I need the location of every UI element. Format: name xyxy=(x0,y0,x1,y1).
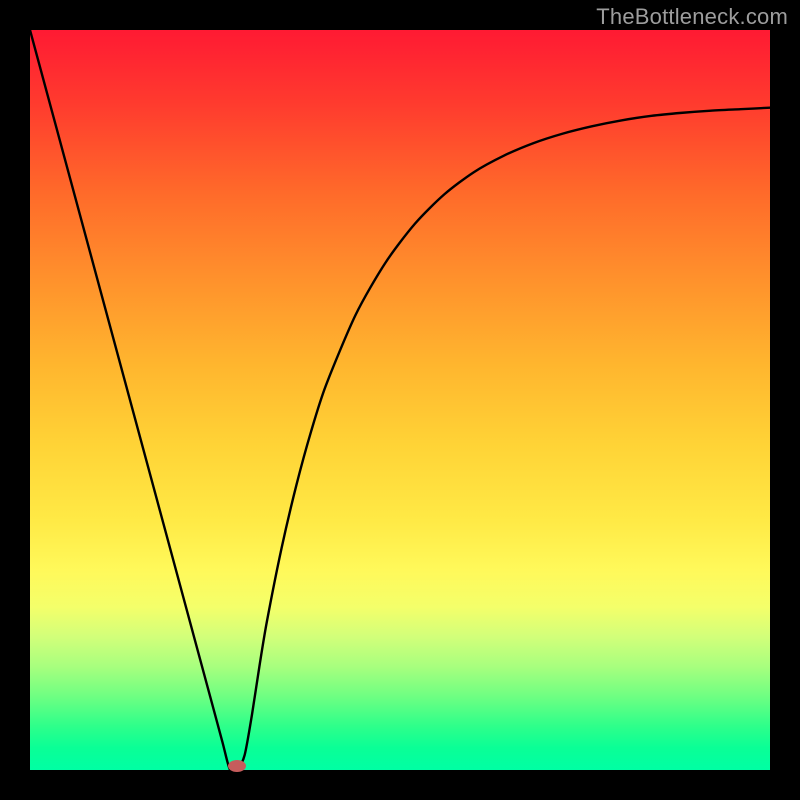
bottleneck-curve xyxy=(30,30,770,770)
watermark-text: TheBottleneck.com xyxy=(596,4,788,30)
min-marker xyxy=(228,760,246,772)
chart-frame: TheBottleneck.com xyxy=(0,0,800,800)
plot-area xyxy=(30,30,770,770)
